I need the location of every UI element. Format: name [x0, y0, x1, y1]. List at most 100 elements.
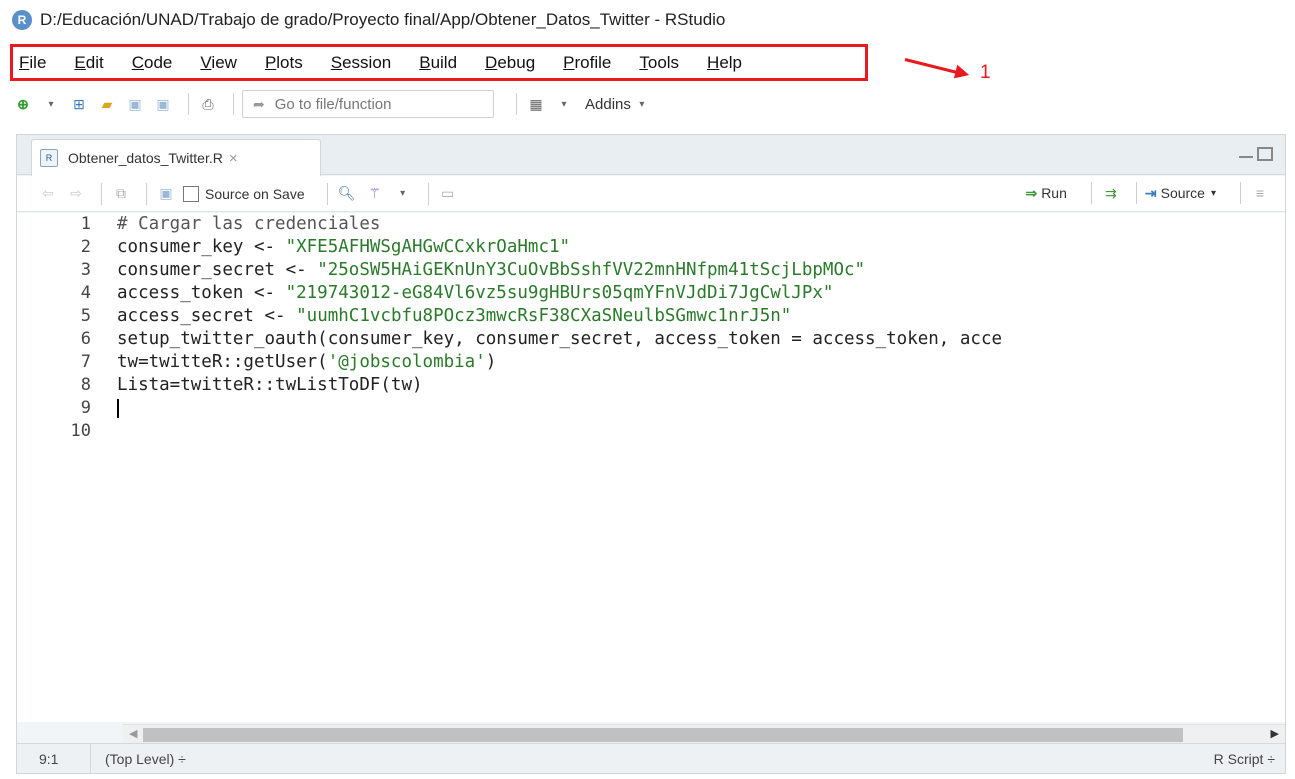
code-line[interactable]: setup_twitter_oauth(consumer_key, consum…: [117, 328, 1285, 351]
line-number: 4: [80, 283, 91, 303]
menu-bar: File Edit Code View Plots Session Build Debug Pr…: [10, 44, 868, 81]
menu-item[interactable]: File: [19, 53, 46, 73]
code-token: access_secret <-: [117, 306, 297, 326]
scrollbar-thumb[interactable]: [143, 728, 1183, 742]
print-icon[interactable]: ⎙: [197, 93, 219, 115]
menu-item[interactable]: Session: [331, 53, 391, 73]
toolbar-separator: [1240, 182, 1241, 204]
tab-label: Obtener_datos_Twitter.R: [68, 150, 223, 166]
addins-menu[interactable]: Addins: [585, 96, 631, 113]
code-token: setup_twitter_oauth(consumer_key, consum…: [117, 329, 1003, 349]
goto-arrow-icon: ➦: [253, 95, 265, 112]
code-line[interactable]: access_token <- "219743012-eG84Vl6vz5su9…: [117, 282, 1285, 305]
line-number: 9: [80, 398, 91, 418]
cursor-position: 9:1: [17, 744, 91, 773]
code-line[interactable]: access_secret <- "uumhC1vcbfu8POcz3mwcRs…: [117, 305, 1285, 328]
forward-arrow-icon[interactable]: ⇨: [65, 183, 87, 205]
minimize-pane-icon[interactable]: [1239, 150, 1253, 158]
code-line[interactable]: [117, 420, 1285, 443]
code-line[interactable]: consumer_secret <- "25oSW5HAiGEKnUnY3CuO…: [117, 259, 1285, 282]
code-line[interactable]: consumer_key <- "XFE5AFHWSgAHGwCCxkrOaHm…: [117, 236, 1285, 259]
maximize-pane-icon[interactable]: [1257, 147, 1273, 161]
code-token: ): [485, 352, 497, 372]
menu-mnemonic: B: [419, 52, 431, 72]
menu-item[interactable]: Debug: [485, 53, 535, 73]
open-folder-icon[interactable]: ▰: [96, 93, 118, 115]
menu-item[interactable]: Tools: [639, 53, 679, 73]
menu-mnemonic: V: [200, 52, 212, 72]
menu-item[interactable]: Build: [419, 53, 457, 73]
menu-label: lots: [276, 52, 303, 72]
scroll-right-icon[interactable]: ▶: [1271, 727, 1279, 740]
run-arrow-icon: ⇒: [1025, 184, 1038, 201]
close-tab-icon[interactable]: ×: [229, 150, 238, 167]
save-icon[interactable]: ▣: [124, 93, 146, 115]
menu-item[interactable]: Help: [707, 53, 742, 73]
menu-label: ools: [647, 52, 680, 72]
editor-status-bar: 9:1 (Top Level) ÷ R Script ÷: [17, 743, 1285, 773]
main-toolbar: ⊕ ▾ ⊞ ▰ ▣ ▣ ⎙ ➦ Go to file/function ▦ ▾ …: [0, 86, 1295, 122]
toolbar-separator: [188, 93, 189, 115]
save-all-icon[interactable]: ▣: [152, 93, 174, 115]
editor-panel: R Obtener_datos_Twitter.R × ⇦ ⇨ ⧉ ▣ Sour…: [16, 134, 1286, 774]
menu-label: elp: [719, 52, 743, 72]
menu-item[interactable]: View: [200, 53, 237, 73]
menu-label: uild: [430, 52, 458, 72]
menu-item[interactable]: Profile: [563, 53, 611, 73]
code-area[interactable]: # Cargar las credenciales consumer_key <-…: [117, 213, 1285, 722]
menu-label: ode: [144, 52, 173, 72]
editor-toolbar: ⇦ ⇨ ⧉ ▣ Source on Save 🔍︎ ⚚ ▾ ▭ ⇒ Run ⇉ …: [17, 176, 1285, 212]
source-dropdown-icon[interactable]: ▾: [1211, 188, 1216, 199]
line-number: 10: [70, 421, 91, 441]
show-in-window-icon[interactable]: ⧉: [110, 183, 132, 205]
new-file-icon[interactable]: ⊕: [12, 93, 34, 115]
rerun-icon[interactable]: ⇉: [1100, 182, 1122, 204]
menu-label: ession: [342, 52, 392, 72]
tab-obtener-datos-twitter[interactable]: R Obtener_datos_Twitter.R ×: [31, 139, 321, 176]
addins-dropdown-icon[interactable]: ▾: [631, 93, 653, 115]
title-bar: R D:/Educación/UNAD/Trabajo de grado/Pro…: [0, 0, 1295, 40]
code-editor[interactable]: 1 2 3 4 5 6 7 8 9 10 # Cargar las credenciales con…: [17, 213, 1285, 722]
source-on-save-label: Source on Save: [205, 185, 305, 202]
menu-mnemonic: T: [639, 52, 648, 72]
toolbar-separator: [1090, 182, 1092, 204]
line-number: 1: [80, 214, 91, 234]
code-line[interactable]: # Cargar las credenciales: [117, 213, 1285, 236]
magic-wand-icon[interactable]: ⚚: [364, 183, 386, 205]
code-line[interactable]: Lista=twitteR::twListToDF(tw): [117, 374, 1285, 397]
menu-mnemonic: P: [563, 52, 575, 72]
save-file-icon[interactable]: ▣: [155, 183, 177, 205]
horizontal-scrollbar[interactable]: ◀ ▶: [123, 724, 1285, 744]
compile-report-icon[interactable]: ▭: [437, 183, 459, 205]
scope-selector[interactable]: (Top Level) ÷: [91, 751, 186, 767]
back-arrow-icon[interactable]: ⇦: [37, 183, 59, 205]
dropdown-arrow-icon[interactable]: ▾: [553, 93, 575, 115]
line-number-gutter: 1 2 3 4 5 6 7 8 9 10: [17, 213, 107, 722]
document-outline-icon[interactable]: ≡: [1249, 182, 1271, 204]
grid-layout-icon[interactable]: ▦: [525, 93, 547, 115]
new-project-icon[interactable]: ⊞: [68, 93, 90, 115]
toolbar-separator: [516, 93, 517, 115]
source-button[interactable]: ⇥ Source ▾: [1145, 185, 1216, 202]
toolbar-separator: [326, 182, 328, 205]
goto-file-input[interactable]: ➦ Go to file/function: [242, 90, 494, 118]
menu-item[interactable]: Edit: [74, 53, 103, 73]
file-type-selector[interactable]: R Script ÷: [1214, 751, 1275, 767]
menu-item[interactable]: Code: [132, 53, 173, 73]
scroll-left-icon[interactable]: ◀: [129, 727, 137, 740]
menu-mnemonic: C: [131, 52, 144, 72]
string-literal: "XFE5AFHWSgAHGwCCxkrOaHmc1": [285, 237, 571, 257]
dropdown-arrow-icon[interactable]: ▾: [392, 183, 414, 205]
source-on-save-checkbox[interactable]: [183, 185, 199, 202]
code-line[interactable]: tw=twitteR::getUser('@jobscolombia'): [117, 351, 1285, 374]
dropdown-arrow-icon[interactable]: ▾: [40, 93, 62, 115]
menu-label: dit: [85, 52, 104, 72]
code-line[interactable]: [117, 397, 1285, 420]
line-number: 8: [80, 375, 91, 395]
line-number: 7: [80, 352, 91, 372]
search-icon[interactable]: 🔍︎: [336, 183, 358, 205]
line-number: 6: [80, 329, 91, 349]
menu-item[interactable]: Plots: [265, 53, 303, 73]
run-button[interactable]: ⇒ Run: [1025, 185, 1066, 202]
line-number: 3: [80, 260, 91, 280]
